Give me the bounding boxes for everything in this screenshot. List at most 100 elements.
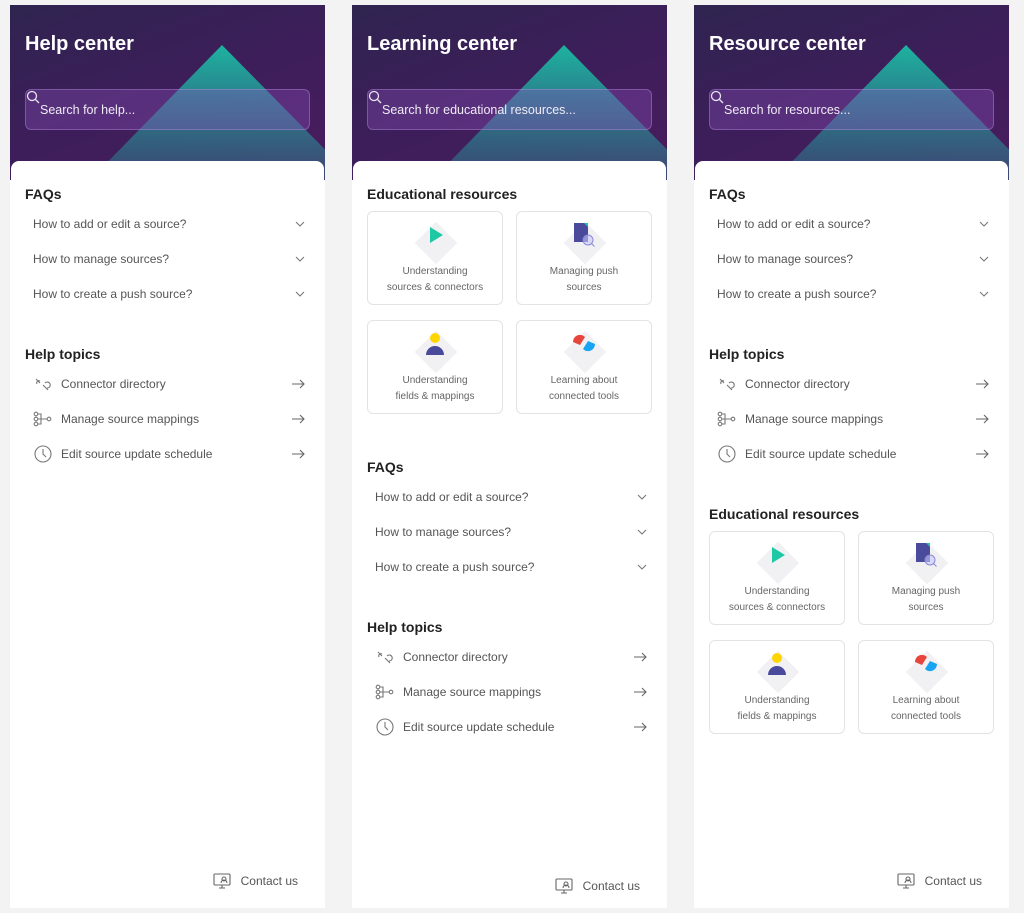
help-topic-label: Edit source update schedule (403, 720, 555, 734)
plug-icon (571, 332, 597, 362)
clock-icon (717, 445, 737, 463)
chevron-down-icon (295, 221, 305, 227)
help-topic-item[interactable]: Connector directory (375, 645, 647, 669)
help-topic-item[interactable]: Manage source mappings (717, 407, 989, 431)
search-input[interactable]: Search for help... (25, 89, 310, 130)
clock-icon (375, 718, 395, 736)
panel-resource-center: Resource center Search for resources... … (694, 5, 1009, 908)
search-icon[interactable] (710, 90, 724, 104)
user-icon (424, 332, 446, 362)
faq-item[interactable]: How to manage sources? (717, 247, 989, 271)
section-heading-topics: Help topics (367, 619, 443, 635)
section-heading-topics: Help topics (25, 346, 101, 362)
resource-title-line2: sources & connectors (386, 282, 484, 293)
resource-title-line2: sources (908, 602, 944, 613)
user-icon (766, 652, 788, 682)
faq-item[interactable]: How to manage sources? (375, 520, 647, 544)
faq-item[interactable]: How to add or edit a source? (33, 212, 305, 236)
arrow-right-icon (976, 414, 989, 424)
help-topic-label: Manage source mappings (403, 685, 542, 699)
mapping-icon (33, 411, 53, 427)
resource-card[interactable]: Learning about connected tools (858, 640, 994, 734)
contact-us-link[interactable]: Contact us (555, 877, 640, 895)
faq-item[interactable]: How to add or edit a source? (375, 485, 647, 509)
play-icon (425, 225, 445, 251)
chevron-down-icon (979, 221, 989, 227)
chevron-down-icon (637, 564, 647, 570)
resource-card[interactable]: Understanding fields & mappings (709, 640, 845, 734)
search-icon[interactable] (368, 90, 382, 104)
contact-us-link[interactable]: Contact us (213, 872, 298, 890)
panel-help-center: Help center Search for help... FAQs How t… (10, 5, 325, 908)
document-search-icon (572, 222, 596, 254)
contact-us-link[interactable]: Contact us (897, 872, 982, 890)
faq-question: How to manage sources? (375, 525, 512, 539)
contact-us-label: Contact us (924, 874, 982, 888)
search-input[interactable]: Search for educational resources... (367, 89, 652, 130)
help-topic-label: Manage source mappings (745, 412, 884, 426)
help-topic-item[interactable]: Manage source mappings (375, 680, 647, 704)
section-heading-edu: Educational resources (367, 186, 518, 202)
help-topic-item[interactable]: Edit source update schedule (33, 442, 305, 466)
help-topic-item[interactable]: Manage source mappings (33, 407, 305, 431)
hero-header: Learning center Search for educational r… (352, 5, 667, 180)
clock-icon (33, 445, 53, 463)
faq-item[interactable]: How to create a push source? (33, 282, 305, 306)
faq-item[interactable]: How to create a push source? (375, 555, 647, 579)
help-topic-label: Manage source mappings (61, 412, 200, 426)
arrow-right-icon (292, 449, 305, 459)
faq-question: How to add or edit a source? (375, 490, 529, 504)
resource-title-line2: sources & connectors (728, 602, 826, 613)
connector-icon (717, 376, 737, 392)
faq-question: How to manage sources? (717, 252, 854, 266)
chevron-down-icon (295, 291, 305, 297)
section-heading-faq: FAQs (25, 186, 62, 202)
resource-card[interactable]: Learning about connected tools (516, 320, 652, 414)
help-topic-item[interactable]: Connector directory (33, 372, 305, 396)
page-title: Help center (25, 33, 134, 55)
help-topic-item[interactable]: Connector directory (717, 372, 989, 396)
contact-us-label: Contact us (240, 874, 298, 888)
mapping-icon (717, 411, 737, 427)
connector-icon (33, 376, 53, 392)
resource-title-line2: connected tools (548, 391, 620, 402)
help-topic-label: Edit source update schedule (61, 447, 213, 461)
help-topic-label: Edit source update schedule (745, 447, 897, 461)
help-topic-item[interactable]: Edit source update schedule (717, 442, 989, 466)
faq-item[interactable]: How to add or edit a source? (717, 212, 989, 236)
contact-icon (555, 878, 573, 894)
section-heading-faq: FAQs (367, 459, 404, 475)
resource-card[interactable]: Managing push sources (858, 531, 994, 625)
faq-item[interactable]: How to manage sources? (33, 247, 305, 271)
contact-icon (213, 873, 231, 889)
section-heading-faq: FAQs (709, 186, 746, 202)
contact-icon (897, 873, 915, 889)
help-topic-item[interactable]: Edit source update schedule (375, 715, 647, 739)
resource-title-line2: fields & mappings (737, 711, 817, 722)
search-icon[interactable] (26, 90, 40, 104)
resource-card[interactable]: Understanding fields & mappings (367, 320, 503, 414)
resource-card[interactable]: Understanding sources & connectors (367, 211, 503, 305)
panel-learning-center: Learning center Search for educational r… (352, 5, 667, 908)
resource-card[interactable]: Understanding sources & connectors (709, 531, 845, 625)
arrow-right-icon (634, 722, 647, 732)
chevron-down-icon (637, 529, 647, 535)
faq-item[interactable]: How to create a push source? (717, 282, 989, 306)
content-card: Educational resources Understanding source… (353, 161, 666, 908)
section-heading-edu: Educational resources (709, 506, 860, 522)
arrow-right-icon (976, 449, 989, 459)
arrow-right-icon (292, 379, 305, 389)
chevron-down-icon (979, 291, 989, 297)
help-topic-label: Connector directory (403, 650, 508, 664)
faq-question: How to create a push source? (375, 560, 535, 574)
resource-card[interactable]: Managing push sources (516, 211, 652, 305)
faq-question: How to add or edit a source? (33, 217, 187, 231)
resource-title-line1: Understanding (402, 375, 468, 386)
content-card: FAQs How to add or edit a source? How to m… (11, 161, 324, 908)
arrow-right-icon (634, 687, 647, 697)
search-placeholder: Search for resources... (724, 102, 851, 117)
faq-question: How to create a push source? (33, 287, 193, 301)
hero-header: Help center Search for help... (10, 5, 325, 180)
search-input[interactable]: Search for resources... (709, 89, 994, 130)
contact-us-label: Contact us (582, 879, 640, 893)
